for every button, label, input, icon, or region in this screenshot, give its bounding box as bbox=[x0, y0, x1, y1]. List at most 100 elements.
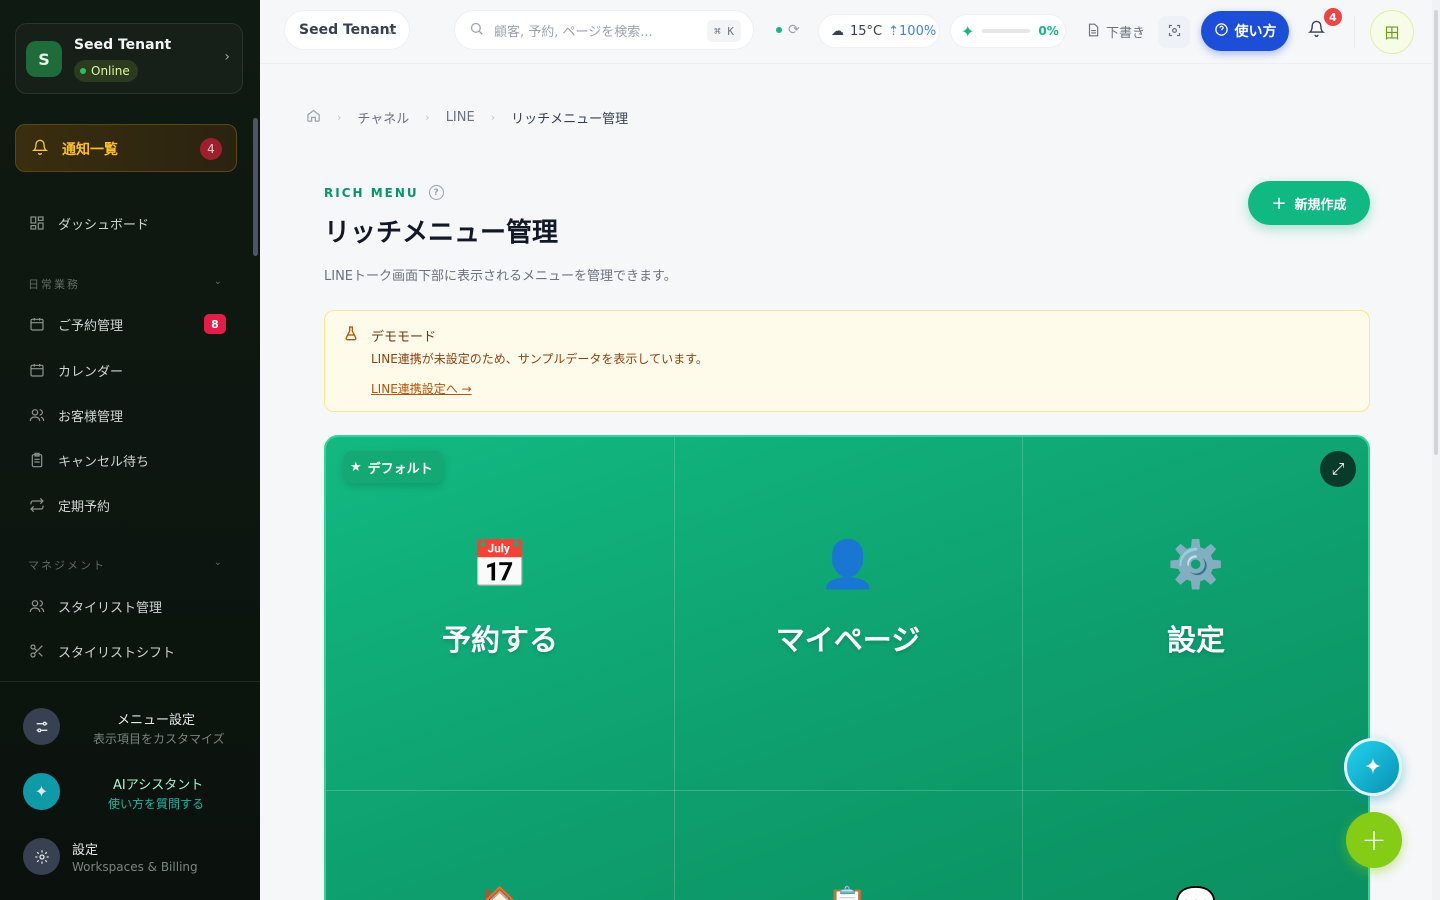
breadcrumb-line[interactable]: LINE bbox=[446, 110, 475, 125]
cloud-icon: ☁ bbox=[831, 23, 844, 39]
drafts-label: 下書き bbox=[1106, 26, 1146, 41]
apps-grid-button[interactable]: 田 bbox=[1370, 10, 1414, 54]
default-tag-label: デフォルト bbox=[367, 461, 433, 477]
calendar-emoji-icon: 📅 bbox=[471, 537, 529, 591]
home-icon[interactable] bbox=[306, 108, 321, 127]
ai-assistant-subtitle: 使い方を質問する bbox=[108, 797, 205, 811]
page-title: リッチメニュー管理 bbox=[324, 218, 559, 248]
demo-description: LINE連携が未設定のため、サンプルデータを表示しています。 bbox=[371, 352, 708, 366]
chevron-down-icon: ⌄ bbox=[213, 557, 224, 568]
grid-divider bbox=[674, 437, 675, 900]
house-emoji-icon: 🏠 bbox=[470, 885, 530, 900]
sidebar-item-label: お客様管理 bbox=[58, 409, 124, 425]
help-label: 使い方 bbox=[1234, 24, 1277, 40]
quick-add-fab[interactable]: + bbox=[1346, 812, 1402, 868]
rich-menu-cell-reserve[interactable]: 予約する bbox=[350, 617, 650, 659]
sidebar-item-reservations[interactable]: ご予約管理 8 bbox=[28, 312, 228, 336]
clipboard-icon bbox=[28, 451, 46, 469]
section-management-header[interactable]: マネジメント ⌄ bbox=[28, 557, 224, 573]
sidebar-item-label: ご予約管理 bbox=[58, 318, 124, 334]
sidebar-item-dashboard[interactable]: ダッシュボード bbox=[28, 211, 228, 235]
speech-emoji-icon: 💬 bbox=[1166, 885, 1226, 900]
scan-button[interactable] bbox=[1158, 16, 1190, 48]
help-button[interactable]: 使い方 bbox=[1201, 11, 1289, 51]
sidebar-item-customers[interactable]: お客様管理 bbox=[28, 403, 228, 427]
refresh-icon: ⟳ bbox=[788, 22, 800, 38]
bell-icon bbox=[1307, 20, 1326, 41]
help-circle-icon bbox=[1214, 22, 1229, 41]
chevron-right-icon: › bbox=[224, 49, 230, 65]
sidebar-item-calendar[interactable]: カレンダー bbox=[28, 358, 228, 382]
page-scrollbar[interactable] bbox=[1432, 0, 1440, 900]
grid-divider bbox=[1022, 437, 1023, 900]
progress-bar bbox=[982, 29, 1031, 33]
sidebar-item-stylist-shift[interactable]: スタイリストシフト bbox=[28, 639, 228, 663]
rich-menu-preview[interactable]: ★ デフォルト ⤢ 📅 予約する 👤 マイページ ⚙️ 設定 🏠 📋 💬 bbox=[324, 435, 1370, 900]
sidebar: S Seed Tenant Online › 通知一覧 4 ダッシュボード 日常… bbox=[0, 0, 260, 900]
notifications-bell-button[interactable]: 4 bbox=[1307, 8, 1342, 41]
ai-progress-widget[interactable]: ✦ 0% bbox=[950, 14, 1066, 48]
top-bar: Seed Tenant ⌄ 顧客, 予約, ページを検索... ⌘ K ⟳ ☁ … bbox=[260, 0, 1440, 64]
expand-icon[interactable]: ⤢ bbox=[1320, 451, 1356, 487]
rich-menu-cell-settings[interactable]: 設定 bbox=[1046, 617, 1346, 659]
chevron-right-icon: › bbox=[490, 111, 496, 124]
search-shortcut: ⌘ K bbox=[707, 20, 741, 42]
plus-icon: + bbox=[1271, 192, 1287, 214]
tenant-switcher[interactable]: S Seed Tenant Online › bbox=[15, 23, 243, 94]
document-icon bbox=[1086, 23, 1100, 41]
sparkles-icon: ✦ bbox=[961, 21, 975, 41]
online-dot-icon bbox=[80, 68, 86, 74]
divider bbox=[1354, 16, 1355, 48]
search-icon bbox=[469, 21, 484, 40]
page-description: LINEトーク画面下部に表示されるメニューを管理できます。 bbox=[324, 269, 677, 284]
scrollbar-thumb[interactable] bbox=[1434, 10, 1438, 455]
sidebar-scrollbar[interactable] bbox=[253, 118, 258, 256]
humidity-value: ⇡100% bbox=[888, 23, 937, 39]
weather-temp: 15°C bbox=[850, 23, 883, 39]
tenant-select[interactable]: Seed Tenant ⌄ bbox=[284, 10, 410, 50]
dashboard-icon bbox=[28, 214, 46, 232]
ai-assistant-title: AIアシスタント bbox=[113, 778, 204, 793]
breadcrumb: › チャネル › LINE › リッチメニュー管理 bbox=[306, 108, 628, 127]
demo-mode-banner: デモモード LINE連携が未設定のため、サンプルデータを表示しています。 LIN… bbox=[324, 310, 1370, 412]
rich-menu-cell-mypage[interactable]: マイページ bbox=[698, 617, 998, 659]
tenant-select-value: Seed Tenant bbox=[299, 22, 397, 38]
sidebar-item-stylists[interactable]: スタイリスト管理 bbox=[28, 594, 228, 618]
notifications-button[interactable]: 通知一覧 4 bbox=[15, 124, 237, 172]
grid-divider bbox=[326, 790, 1368, 791]
line-settings-link[interactable]: LINE連携設定へ → bbox=[371, 380, 472, 397]
menu-settings-button[interactable]: メニュー設定 表示項目をカスタマイズ bbox=[23, 704, 243, 748]
breadcrumb-channels[interactable]: チャネル bbox=[357, 108, 409, 127]
bell-icon bbox=[31, 139, 49, 159]
question-icon[interactable]: ? bbox=[428, 185, 444, 200]
eyebrow-label: RICH MENU bbox=[324, 185, 419, 200]
create-new-button[interactable]: + 新規作成 bbox=[1248, 181, 1370, 225]
scan-icon bbox=[1167, 23, 1182, 42]
settings-subtitle: Workspaces & Billing bbox=[72, 860, 198, 874]
calendar-icon bbox=[28, 361, 46, 379]
sidebar-item-waitlist[interactable]: キャンセル待ち bbox=[28, 448, 228, 472]
section-management-label: マネジメント bbox=[28, 559, 106, 572]
weather-widget[interactable]: ☁ 15°C ⇡100% bbox=[818, 14, 940, 48]
repeat-icon bbox=[28, 496, 46, 514]
status-dot-icon bbox=[776, 27, 782, 33]
sidebar-item-recurring[interactable]: 定期予約 bbox=[28, 493, 228, 517]
star-icon: ★ bbox=[350, 459, 362, 475]
menu-settings-title: メニュー設定 bbox=[117, 713, 196, 728]
humidity-text: 100% bbox=[899, 23, 937, 39]
section-daily-header[interactable]: 日常業務 ⌄ bbox=[28, 276, 224, 292]
chevron-down-icon: ⌄ bbox=[213, 276, 224, 287]
sync-status[interactable]: ⟳ bbox=[776, 22, 800, 38]
search-input[interactable]: 顧客, 予約, ページを検索... ⌘ K bbox=[454, 10, 754, 50]
tenant-status-badge: Online bbox=[74, 60, 138, 82]
ai-assistant-button[interactable]: ✦ AIアシスタント 使い方を質問する bbox=[23, 769, 243, 813]
drafts-button[interactable]: 下書き bbox=[1086, 22, 1145, 41]
settings-button[interactable]: 設定 Workspaces & Billing bbox=[23, 834, 243, 878]
tenant-name: Seed Tenant bbox=[74, 37, 172, 53]
gear-emoji-icon: ⚙️ bbox=[1167, 537, 1225, 591]
ai-assistant-fab[interactable]: ✦ bbox=[1344, 738, 1402, 796]
reservations-count-badge: 8 bbox=[204, 314, 226, 334]
notifications-count-badge: 4 bbox=[200, 138, 222, 160]
menu-settings-subtitle: 表示項目をカスタマイズ bbox=[93, 732, 225, 746]
sidebar-item-label: 定期予約 bbox=[58, 499, 111, 515]
